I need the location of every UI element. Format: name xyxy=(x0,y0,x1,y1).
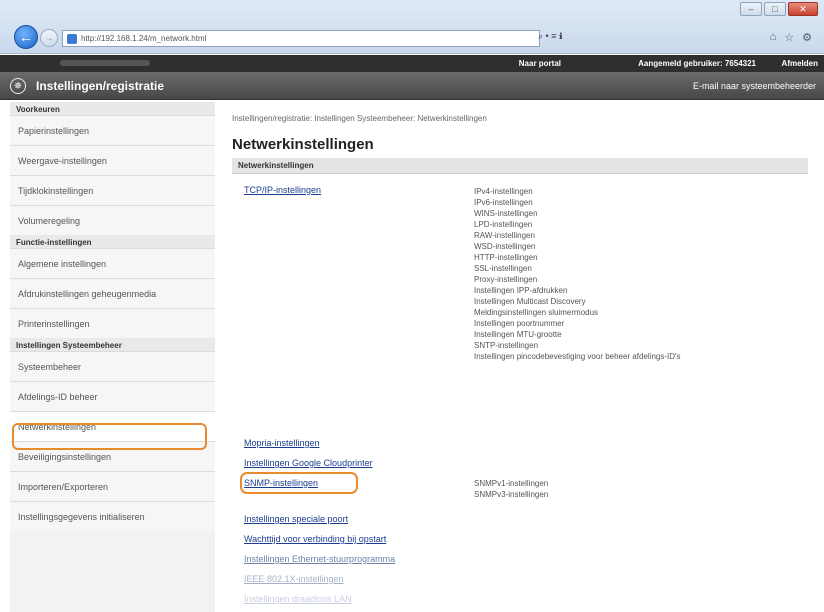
back-arrow-icon[interactable]: ← xyxy=(14,25,38,49)
top-bar: Naar portal Aangemeld gebruiker: 7654321… xyxy=(0,55,824,72)
sidebar-item-tijdklok[interactable]: Tijdklokinstellingen xyxy=(10,175,215,205)
snmp-highlight-outline xyxy=(240,472,358,494)
mopria-link[interactable]: Mopria-instellingen xyxy=(244,438,320,448)
sidebar-item-printer[interactable]: Printerinstellingen xyxy=(10,308,215,338)
sidebar-item-volume[interactable]: Volumeregeling xyxy=(10,205,215,235)
list-item: WSD-instellingen xyxy=(474,242,536,251)
list-item: Instellingen MTU-grootte xyxy=(474,330,562,339)
list-item: IPv6-instellingen xyxy=(474,198,533,207)
sidebar: Voorkeuren Papierinstellingen Weergave-i… xyxy=(10,102,215,612)
sidebar-section-title: Instellingen Systeembeheer xyxy=(10,338,215,351)
google-cloudprinter-link[interactable]: Instellingen Google Cloudprinter xyxy=(244,458,373,468)
list-item: Meldingsinstellingen sluimermodus xyxy=(474,308,599,317)
list-item: WINS-instellingen xyxy=(474,209,538,218)
gear-icon[interactable]: ⚙ xyxy=(802,31,812,44)
minimize-icon[interactable]: – xyxy=(740,2,762,16)
address-tools[interactable]: ⌕ • ≡ ℹ xyxy=(538,31,563,42)
page-header-title: Instellingen/registratie xyxy=(36,79,165,93)
list-item: Instellingen Multicast Discovery xyxy=(474,297,586,306)
sidebar-item-initialiseren[interactable]: Instellingsgegevens initialiseren xyxy=(10,501,215,531)
list-item: Instellingen IPP-afdrukken xyxy=(474,286,568,295)
logout-link[interactable]: Afmelden xyxy=(782,59,818,68)
forward-arrow-icon[interactable]: → xyxy=(40,29,58,47)
list-item: LPD-instellingen xyxy=(474,220,533,229)
section-header: Netwerkinstellingen xyxy=(232,158,808,174)
portal-link[interactable]: Naar portal xyxy=(519,59,561,68)
browser-icons: ⌂ ☆ ⚙ xyxy=(770,31,812,44)
list-item: Instellingen poortnummer xyxy=(474,319,565,328)
list-item: SNMPv1-instellingen xyxy=(474,479,549,488)
settings-logo-icon: ✵ xyxy=(10,78,26,94)
tcpip-sublist: IPv4-instellingen IPv6-instellingen WINS… xyxy=(474,186,681,362)
sidebar-item-import-export[interactable]: Importeren/Exporteren xyxy=(10,471,215,501)
sidebar-item-algemeen[interactable]: Algemene instellingen xyxy=(10,248,215,278)
list-item: Instellingen pincodebevestiging voor beh… xyxy=(474,352,681,361)
list-item: IPv4-instellingen xyxy=(474,187,533,196)
url-text: http://192.168.1.24/m_network.html xyxy=(81,34,207,43)
login-user: Aangemeld gebruiker: 7654321 xyxy=(638,59,756,68)
list-item: SNTP-instellingen xyxy=(474,341,539,350)
blurred-device-name xyxy=(60,60,150,66)
ethernet-driver-link[interactable]: Instellingen Ethernet-stuurprogramma xyxy=(244,554,395,564)
wireless-lan-link[interactable]: Instellingen draadloos LAN xyxy=(244,594,352,604)
star-icon[interactable]: ☆ xyxy=(784,31,794,44)
snmp-sublist: SNMPv1-instellingen SNMPv3-instellingen xyxy=(474,478,548,500)
page-icon xyxy=(67,33,77,44)
tcpip-link[interactable]: TCP/IP-instellingen xyxy=(244,185,321,195)
sidebar-item-papier[interactable]: Papierinstellingen xyxy=(10,115,215,145)
ieee-8021x-link[interactable]: IEEE 802.1X-instellingen xyxy=(244,574,344,584)
list-item: HTTP-instellingen xyxy=(474,253,538,262)
page-title: Netwerkinstellingen xyxy=(232,136,374,153)
sidebar-item-afdelings-id[interactable]: Afdelings-ID beheer xyxy=(10,381,215,411)
list-item: SSL-instellingen xyxy=(474,264,532,273)
main-content: Instellingen/registratie: Instellingen S… xyxy=(232,102,808,612)
window-controls: – □ ✕ xyxy=(740,2,818,16)
title-bar: ✵ Instellingen/registratie E-mail naar s… xyxy=(0,72,824,100)
email-admin-link[interactable]: E-mail naar systeembeheerder xyxy=(693,81,816,91)
breadcrumb: Instellingen/registratie: Instellingen S… xyxy=(232,114,487,123)
browser-toolbar: – □ ✕ ← → http://192.168.1.24/m_network.… xyxy=(0,0,824,54)
sidebar-item-weergave[interactable]: Weergave-instellingen xyxy=(10,145,215,175)
address-bar[interactable]: http://192.168.1.24/m_network.html xyxy=(62,30,540,47)
list-item: RAW-instellingen xyxy=(474,231,535,240)
sidebar-item-systeembeheer[interactable]: Systeembeheer xyxy=(10,351,215,381)
sidebar-highlight-outline xyxy=(12,423,207,450)
sidebar-section-title: Voorkeuren xyxy=(10,102,215,115)
maximize-icon[interactable]: □ xyxy=(764,2,786,16)
special-port-link[interactable]: Instellingen speciale poort xyxy=(244,514,348,524)
startup-wait-link[interactable]: Wachttijd voor verbinding bij opstart xyxy=(244,534,386,544)
list-item: SNMPv3-instellingen xyxy=(474,490,549,499)
home-icon[interactable]: ⌂ xyxy=(770,31,777,44)
list-item: Proxy-instellingen xyxy=(474,275,538,284)
close-icon[interactable]: ✕ xyxy=(788,2,818,16)
sidebar-section-title: Functie-instellingen xyxy=(10,235,215,248)
sidebar-item-afdruk-geheugenmedia[interactable]: Afdrukinstellingen geheugenmedia xyxy=(10,278,215,308)
